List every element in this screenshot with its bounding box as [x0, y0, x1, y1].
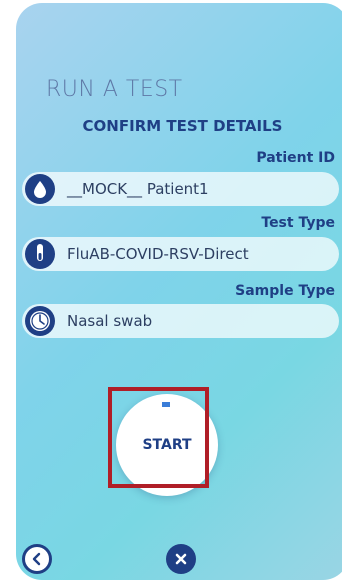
patient-id-field[interactable]: __MOCK__ Patient1 [22, 172, 339, 206]
test-type-label: Test Type [261, 215, 335, 231]
sample-type-field[interactable]: Nasal swab [22, 304, 339, 338]
sample-type-value: Nasal swab [67, 312, 153, 330]
page-title: RUN A TEST [46, 77, 183, 102]
swab-icon [25, 306, 55, 336]
sample-type-label: Sample Type [235, 283, 335, 299]
test-type-field[interactable]: FluAB-COVID-RSV-Direct [22, 237, 339, 271]
test-tube-icon [25, 239, 55, 269]
chevron-left-icon [32, 552, 41, 566]
start-highlight-box [108, 387, 209, 488]
close-icon [175, 553, 187, 565]
close-button[interactable] [166, 544, 196, 574]
droplet-icon [25, 174, 55, 204]
test-type-value: FluAB-COVID-RSV-Direct [67, 245, 249, 263]
page-subtitle: CONFIRM TEST DETAILS [82, 117, 283, 135]
back-button[interactable] [22, 544, 52, 574]
patient-id-value: __MOCK__ Patient1 [67, 180, 209, 198]
patient-id-label: Patient ID [256, 150, 335, 166]
